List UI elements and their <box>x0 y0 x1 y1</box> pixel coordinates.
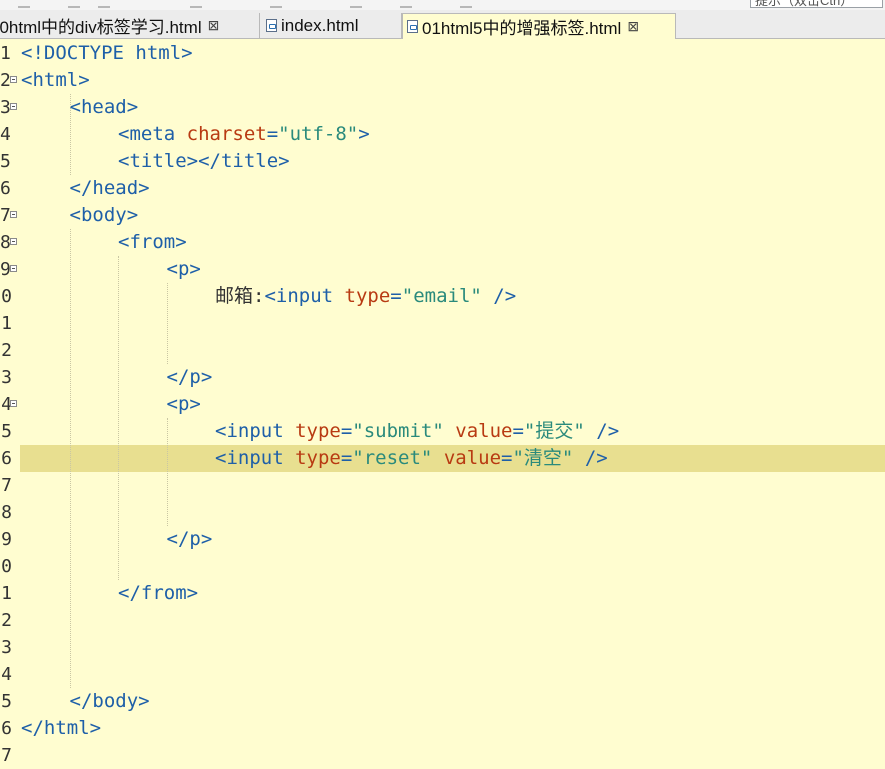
code-line[interactable]: 14<p> <box>0 391 885 418</box>
close-icon[interactable]: ⊠ <box>208 17 220 34</box>
code-line[interactable]: 1 <!DOCTYPE html> <box>0 40 885 67</box>
code-text: </head> <box>69 177 150 199</box>
fold-toggle-icon[interactable] <box>10 400 17 407</box>
tab-label: index.html <box>281 15 359 35</box>
code-line[interactable]: 16 <input type="reset" value="清空" /> <box>0 445 885 472</box>
code-text: </p> <box>166 528 213 550</box>
toolbar-button[interactable] <box>400 0 412 8</box>
code-line[interactable]: 24 <box>0 661 885 688</box>
line-number: 23 <box>0 637 12 658</box>
code-text: <!DOCTYPE html> <box>21 42 193 64</box>
line-number: 10 <box>0 286 12 307</box>
code-editor[interactable]: 1 <!DOCTYPE html> 2 <html> 3 <head> 4 <meta cha… <box>0 40 885 766</box>
line-number: 12 <box>0 340 12 361</box>
code-line[interactable]: 19 </p> <box>0 526 885 553</box>
toolbar-button[interactable] <box>350 0 362 8</box>
tab-div-study[interactable]: 10html中的div标签学习.html ⊠ <box>0 13 260 38</box>
line-number: 18 <box>0 502 12 523</box>
toolbar-button[interactable] <box>190 0 202 8</box>
line-number: 19 <box>0 529 12 550</box>
indent-guide <box>70 229 71 688</box>
line-number: 15 <box>0 421 12 442</box>
code-line[interactable]: 3 <head> <box>0 94 885 121</box>
code-line[interactable]: 13 </p> <box>0 364 885 391</box>
code-text: </p> <box>166 366 213 388</box>
code-text: <from> <box>118 231 187 253</box>
tab-label: 01html5中的增强标签.html <box>422 19 622 38</box>
fold-toggle-icon[interactable] <box>10 238 17 245</box>
code-text: <title></title> <box>118 150 290 172</box>
code-line[interactable]: 26 </html> <box>0 715 885 742</box>
code-line[interactable]: 27 <box>0 742 885 769</box>
line-number: 21 <box>0 583 12 604</box>
code-line[interactable]: 22 <box>0 607 885 634</box>
code-line[interactable]: 18 <box>0 499 885 526</box>
toolbar-button[interactable] <box>98 0 110 8</box>
toolbar-button[interactable] <box>68 0 80 8</box>
close-icon[interactable]: ⊠ <box>627 18 639 35</box>
line-number: 20 <box>0 556 12 577</box>
line-number: 22 <box>0 610 12 631</box>
code-text: <input type="reset" value="清空" /> <box>215 447 608 469</box>
indent-guide <box>118 256 119 580</box>
code-line[interactable]: 4 <meta charset="utf-8"> <box>0 121 885 148</box>
line-number: 5 <box>0 151 11 172</box>
line-number: 26 <box>0 718 12 739</box>
code-text: </from> <box>118 582 199 604</box>
fold-toggle-icon[interactable] <box>10 265 17 272</box>
tab-label: 10html中的div标签学习.html <box>0 18 202 37</box>
toolbar: 提示（双击Ctrl） <box>0 0 885 10</box>
line-number: 1 <box>0 43 11 64</box>
editor-tab-bar: 10html中的div标签学习.html ⊠ index.html 01html… <box>0 10 885 39</box>
html-file-icon <box>266 19 277 32</box>
code-text: <p> <box>166 393 201 415</box>
code-line[interactable]: 11 <box>0 310 885 337</box>
indent-guide <box>167 418 168 526</box>
code-text: <html> <box>21 69 90 91</box>
toolbar-button[interactable] <box>460 0 472 8</box>
toolbar-button[interactable] <box>18 0 30 8</box>
fold-toggle-icon[interactable] <box>10 211 17 218</box>
tab-html5-enhanced-tags[interactable]: 01html5中的增强标签.html ⊠ <box>402 13 676 39</box>
tab-index[interactable]: index.html <box>262 13 402 38</box>
line-number: 4 <box>0 124 11 145</box>
code-text: <p> <box>166 258 201 280</box>
html-file-icon <box>407 20 418 33</box>
code-line[interactable]: 8 <from> <box>0 229 885 256</box>
code-line[interactable]: 20 <box>0 553 885 580</box>
code-line[interactable]: 9 <p> <box>0 256 885 283</box>
fold-toggle-icon[interactable] <box>10 76 17 83</box>
line-number: 11 <box>0 313 12 334</box>
code-line[interactable]: 23 <box>0 634 885 661</box>
code-line[interactable]: 5 <title></title> <box>0 148 885 175</box>
code-line[interactable]: 7 <body> <box>0 202 885 229</box>
line-number: 24 <box>0 664 12 685</box>
indent-guide <box>70 94 71 175</box>
code-line[interactable]: 21 </from> <box>0 580 885 607</box>
code-line[interactable]: 15 <input type="submit" value="提交" /> <box>0 418 885 445</box>
code-line[interactable]: 10 邮箱:<input type="email" /> <box>0 283 885 310</box>
code-text: <input type="submit" value="提交" /> <box>215 420 620 442</box>
toolbar-button[interactable] <box>270 0 282 8</box>
code-line[interactable]: 2 <html> <box>0 67 885 94</box>
quick-search-hint[interactable]: 提示（双击Ctrl） <box>750 0 883 8</box>
code-text: <head> <box>69 96 139 118</box>
code-text: 邮箱:<input type="email" /> <box>215 285 517 307</box>
code-line[interactable]: 12 <box>0 337 885 364</box>
line-number: 17 <box>0 475 12 496</box>
code-line[interactable]: 6 </head> <box>0 175 885 202</box>
code-text: </body> <box>69 690 150 712</box>
line-number: 25 <box>0 691 12 712</box>
line-number: 13 <box>0 367 12 388</box>
code-line[interactable]: 25 </body> <box>0 688 885 715</box>
code-text: <body> <box>69 204 139 226</box>
code-text: </html> <box>21 717 102 739</box>
fold-toggle-icon[interactable] <box>10 103 17 110</box>
code-line[interactable]: 17 <box>0 472 885 499</box>
line-number: 16 <box>0 448 12 469</box>
line-number: 27 <box>0 745 12 766</box>
indent-guide <box>167 283 168 364</box>
code-text: <meta charset="utf-8"> <box>118 123 370 145</box>
line-number: 6 <box>0 178 11 199</box>
